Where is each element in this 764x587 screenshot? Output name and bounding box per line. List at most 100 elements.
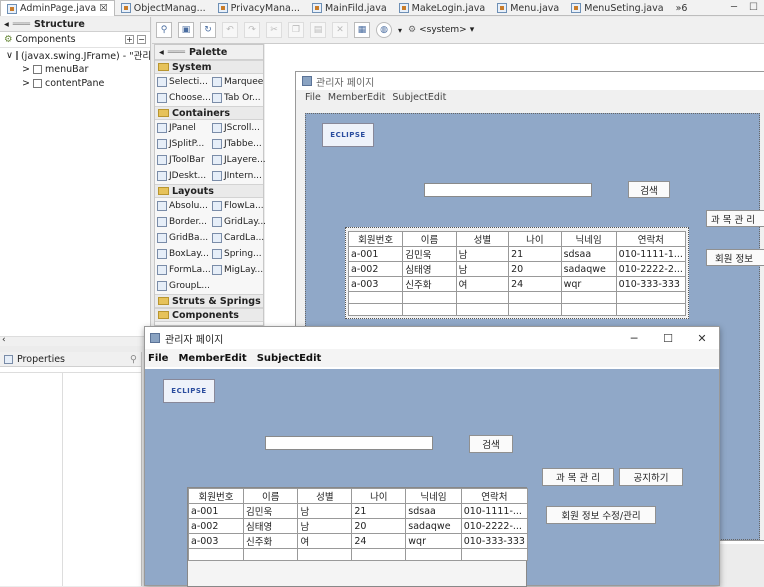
table-cell[interactable]: a-003 xyxy=(188,533,244,549)
table-cell[interactable]: sadaqwe xyxy=(560,261,617,277)
editor-tab[interactable]: MenuSeting.java xyxy=(565,0,669,16)
tree-expander-icon[interactable]: ∨ xyxy=(6,50,13,61)
design-member-button[interactable]: 회원 정보 xyxy=(706,249,764,266)
palette-item[interactable]: FlowLa... xyxy=(210,198,265,214)
table-cell[interactable] xyxy=(351,548,407,561)
palette-item[interactable]: JSplitP... xyxy=(155,136,210,152)
run-menu-item[interactable]: File xyxy=(148,353,168,364)
table-cell[interactable] xyxy=(242,548,299,561)
table-cell[interactable]: 신주화 xyxy=(242,533,299,549)
table-cell[interactable] xyxy=(347,303,404,316)
preview-icon[interactable]: ⚲ xyxy=(156,22,172,38)
table-cell[interactable]: 010-1111-... xyxy=(460,503,529,519)
design-search-input[interactable] xyxy=(424,183,592,197)
test-gui-icon[interactable]: ▣ xyxy=(178,22,194,38)
collapse-left-icon[interactable]: ◂ xyxy=(4,19,9,30)
palette-category[interactable]: Struts & Springs xyxy=(155,294,263,308)
run-member-button[interactable]: 회원 정보 수정/관리 xyxy=(546,506,656,524)
table-header-cell[interactable]: 닉네임 xyxy=(560,231,617,247)
table-cell[interactable]: wqr xyxy=(560,276,617,292)
globe-icon[interactable]: ◍ xyxy=(376,22,392,38)
table-cell[interactable]: a-002 xyxy=(347,261,404,277)
properties-grid[interactable] xyxy=(0,372,141,586)
table-cell[interactable]: sdsaa xyxy=(405,503,462,519)
palette-item[interactable]: GridBa... xyxy=(155,230,210,246)
design-menu-item[interactable]: File xyxy=(305,92,321,103)
palette-item[interactable]: FormLa... xyxy=(155,262,210,278)
table-cell[interactable]: 20 xyxy=(351,518,407,534)
editor-tab[interactable]: PrivacyMana... xyxy=(212,0,306,16)
table-row-empty[interactable] xyxy=(188,548,529,561)
table-cell[interactable]: 김민욱 xyxy=(402,246,457,262)
table-cell[interactable] xyxy=(560,291,617,304)
collapse-all-icon[interactable]: − xyxy=(137,35,146,44)
copy-icon[interactable]: ❐ xyxy=(288,22,304,38)
tree-item[interactable]: > contentPane xyxy=(0,76,150,90)
palette-collapse-icon[interactable]: ◂ xyxy=(159,47,164,58)
undo-icon[interactable]: ↶ xyxy=(222,22,238,38)
table-cell[interactable]: 010-2222-... xyxy=(460,518,529,534)
design-subject-button[interactable]: 과 목 관 리 xyxy=(706,210,764,227)
table-row[interactable]: a-001 김민욱 남 21 sdsaa 010-1111-... xyxy=(188,503,529,519)
palette-item[interactable]: JTabbe... xyxy=(210,136,265,152)
table-header-cell[interactable]: 성별 xyxy=(297,488,353,504)
table-cell[interactable]: sdsaa xyxy=(560,246,617,262)
table-header-cell[interactable]: 연락처 xyxy=(615,231,687,247)
run-menu-item[interactable]: SubjectEdit xyxy=(257,353,322,364)
palette-item[interactable]: Marquee xyxy=(210,74,265,90)
show-events-icon[interactable]: ⚲ xyxy=(130,354,137,365)
palette-item[interactable]: Border... xyxy=(155,214,210,230)
table-row[interactable]: a-001 김민욱 남 21 sdsaa 010-1111-1... xyxy=(347,246,687,262)
table-cell[interactable] xyxy=(508,291,562,304)
table-row[interactable]: a-003 신주화 여 24 wqr 010-333-333 xyxy=(188,533,529,549)
table-row[interactable]: a-002 심태영 남 20 sadaqwe 010-2222-2... xyxy=(347,261,687,277)
table-cell[interactable] xyxy=(402,303,457,316)
palette-drag-handle-icon[interactable]: ═══ xyxy=(168,47,185,58)
table-cell[interactable]: 남 xyxy=(455,246,510,262)
table-cell[interactable] xyxy=(188,548,244,561)
table-header-cell[interactable]: 회원번호 xyxy=(188,488,244,504)
table-cell[interactable]: 010-333-333 xyxy=(615,276,687,292)
table-cell[interactable] xyxy=(560,303,617,316)
design-menu-item[interactable]: MemberEdit xyxy=(328,92,385,103)
editor-tab[interactable]: ObjectManag... xyxy=(115,0,212,16)
table-cell[interactable]: sadaqwe xyxy=(405,518,462,534)
minimize-view-icon[interactable]: ─ xyxy=(731,2,737,13)
table-row[interactable]: a-003 신주화 여 24 wqr 010-333-333 xyxy=(347,276,687,292)
palette-item[interactable]: JIntern... xyxy=(210,168,265,184)
delete-icon[interactable]: ✕ xyxy=(332,22,348,38)
table-cell[interactable]: a-001 xyxy=(188,503,244,519)
table-cell[interactable] xyxy=(455,291,510,304)
table-cell[interactable] xyxy=(405,548,462,561)
tab-close-icon[interactable]: ☒ xyxy=(99,3,108,14)
tree-expander-icon[interactable]: > xyxy=(22,64,30,75)
palette-category[interactable]: Containers xyxy=(155,106,263,120)
table-cell[interactable]: wqr xyxy=(405,533,462,549)
table-cell[interactable]: 남 xyxy=(297,518,353,534)
tree-item[interactable]: ∨ (javax.swing.JFrame) - "관리 xyxy=(0,48,151,63)
table-cell[interactable] xyxy=(615,291,687,304)
table-header-cell[interactable]: 나이 xyxy=(351,488,407,504)
table-cell[interactable] xyxy=(615,303,687,316)
run-menu-item[interactable]: MemberEdit xyxy=(178,353,246,364)
editor-tab[interactable]: AdminPage.java ☒ xyxy=(0,0,115,16)
palette-item[interactable]: GroupL... xyxy=(155,278,210,294)
table-row[interactable]: a-002 심태영 남 20 sadaqwe 010-2222-... xyxy=(188,518,529,534)
table-cell[interactable]: 24 xyxy=(351,533,407,549)
editor-tab[interactable]: MainFild.java xyxy=(306,0,393,16)
table-cell[interactable]: a-002 xyxy=(188,518,244,534)
expand-all-icon[interactable]: + xyxy=(125,35,134,44)
drag-handle-icon[interactable]: ═══ xyxy=(13,19,30,30)
table-header-cell[interactable]: 이름 xyxy=(242,488,299,504)
table-cell[interactable]: 신주화 xyxy=(402,276,457,292)
table-cell[interactable]: 21 xyxy=(351,503,407,519)
editor-tab[interactable]: Menu.java xyxy=(491,0,565,16)
table-cell[interactable]: 심태영 xyxy=(242,518,299,534)
look-and-feel-selector[interactable]: ⚙ <system> ▾ xyxy=(408,25,474,35)
redo-icon[interactable]: ↷ xyxy=(244,22,260,38)
table-cell[interactable]: a-003 xyxy=(347,276,404,292)
maximize-button[interactable]: ☐ xyxy=(651,332,685,345)
maximize-view-icon[interactable]: ☐ xyxy=(749,2,758,13)
table-cell[interactable]: 20 xyxy=(508,261,562,277)
refresh-icon[interactable]: ↻ xyxy=(200,22,216,38)
